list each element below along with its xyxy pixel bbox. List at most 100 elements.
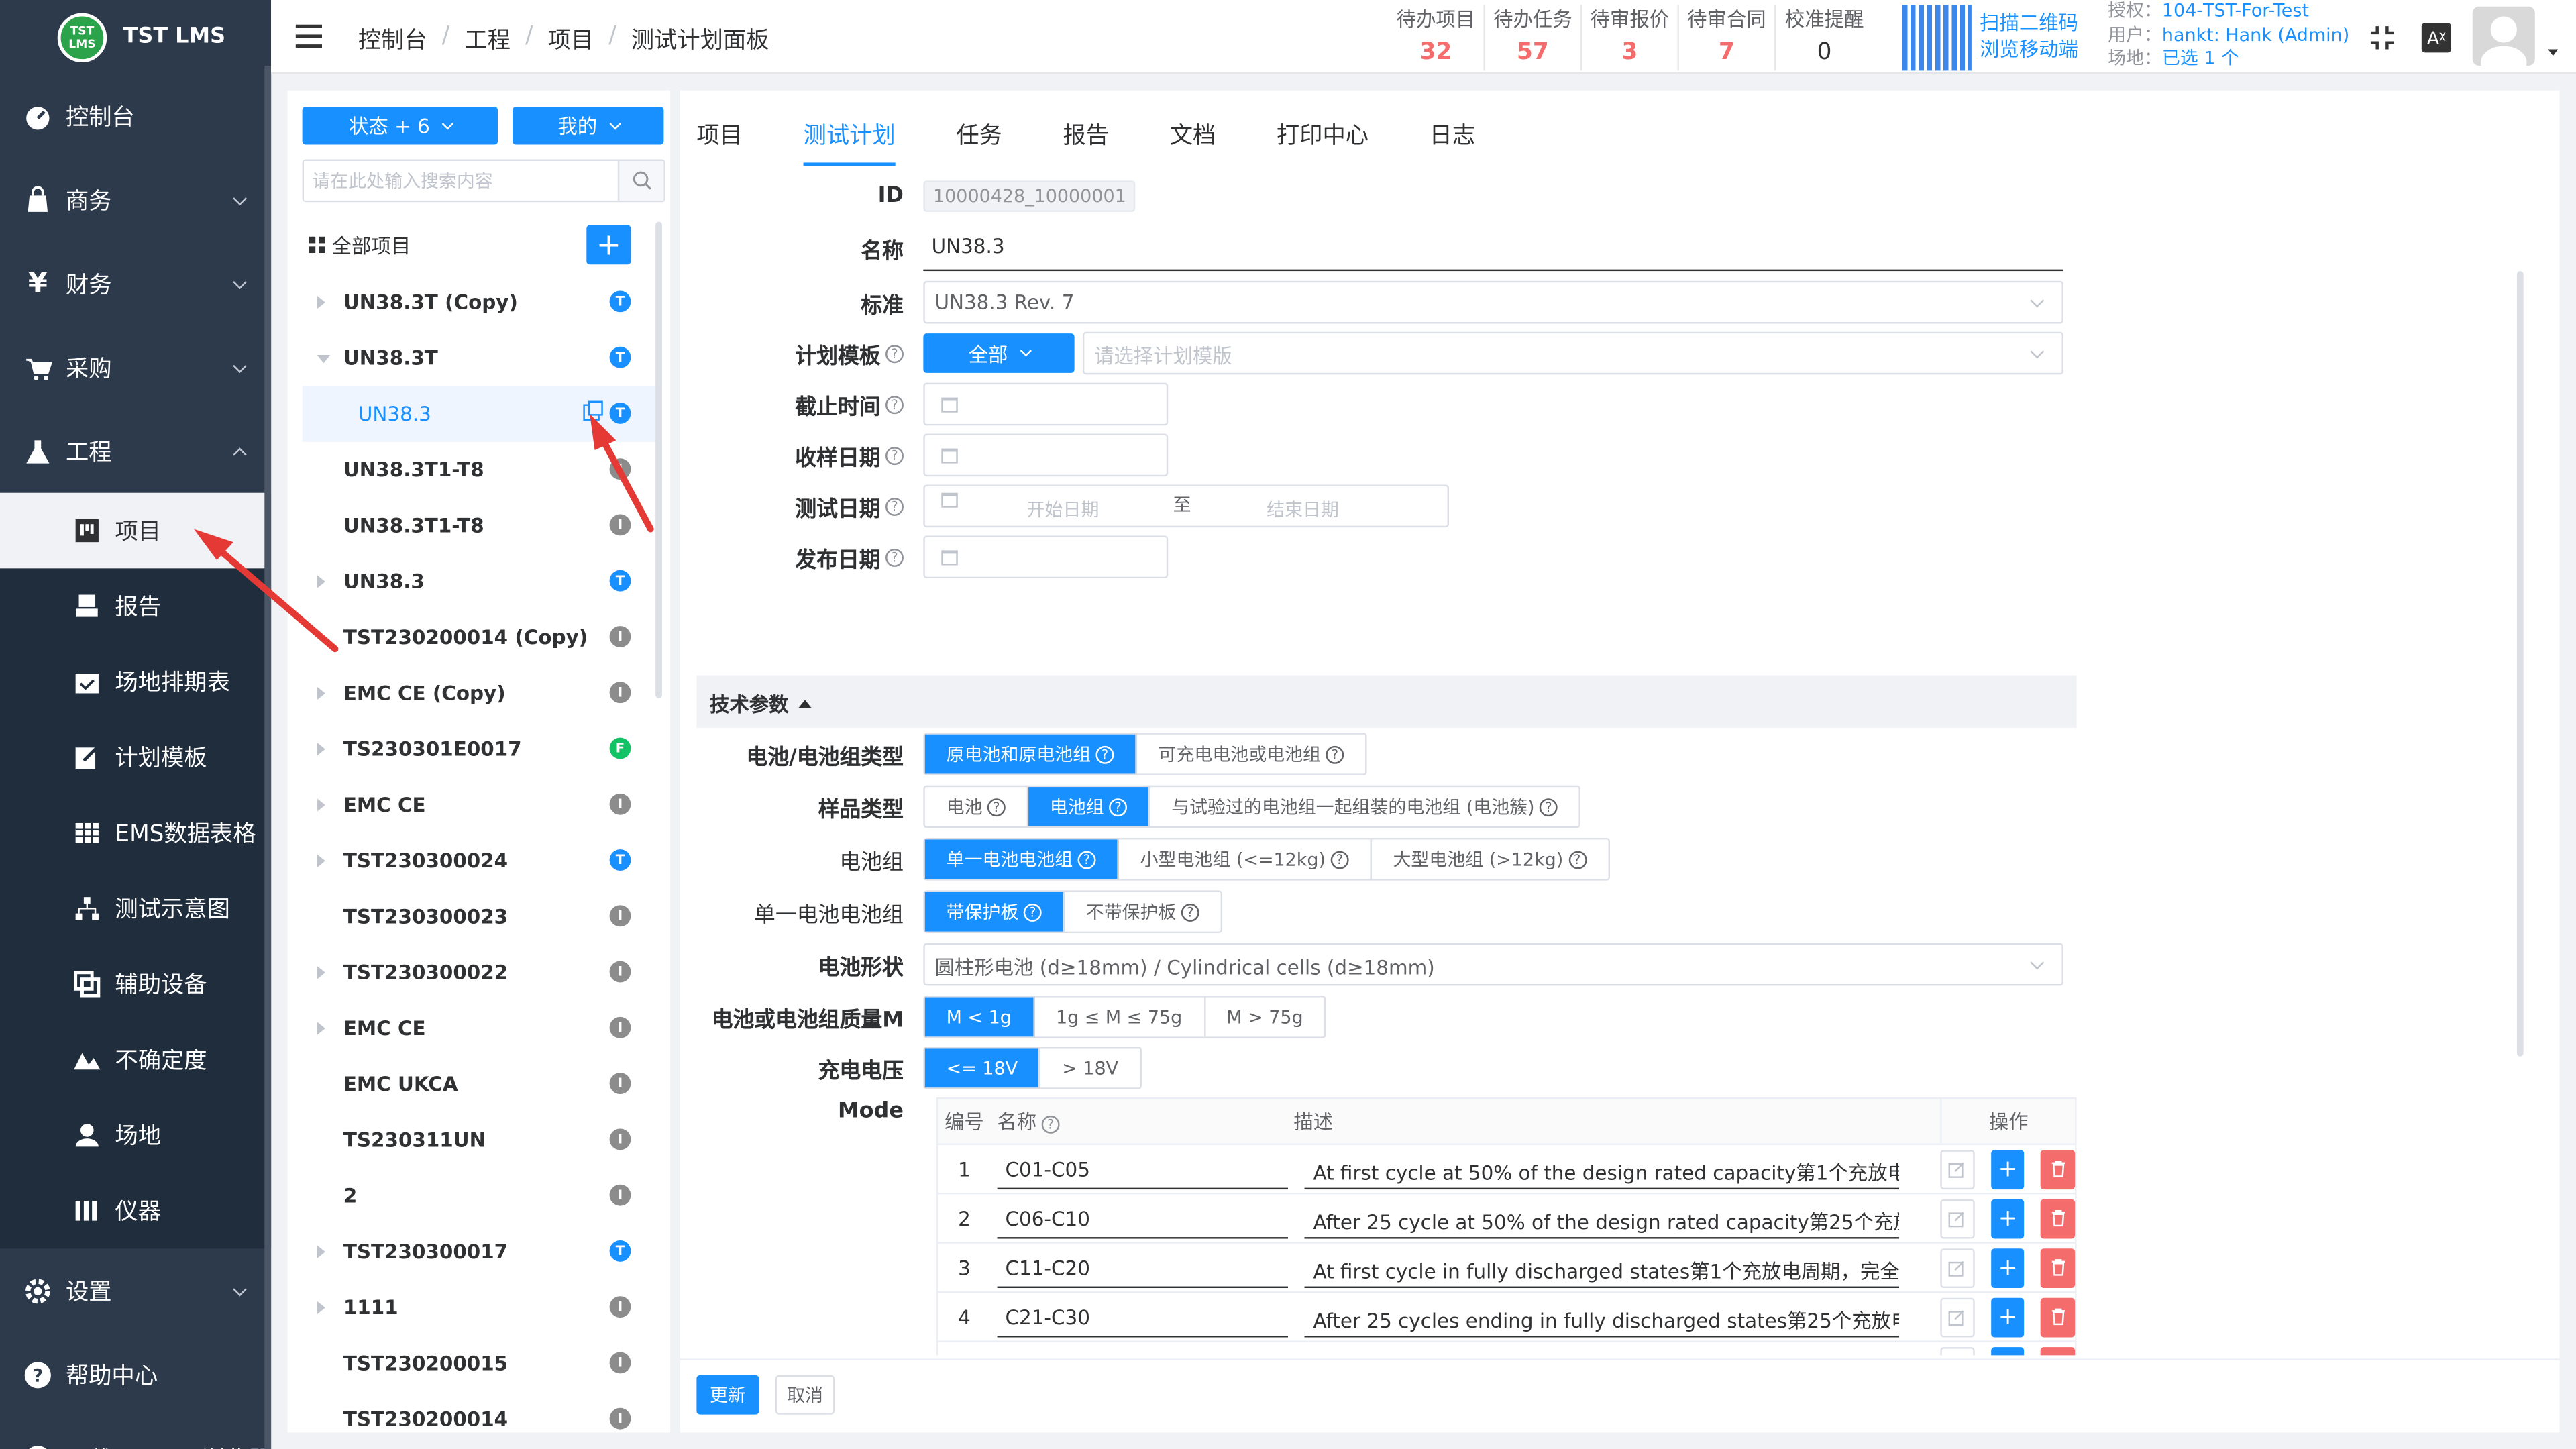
delete-icon[interactable] [2041,1149,2076,1189]
tab-tasks[interactable]: 任务 [956,91,1002,166]
caret-down-icon[interactable] [317,354,333,362]
auth-site[interactable]: 已选 1 个 [2162,48,2239,69]
sidebar-item-settings[interactable]: 设置 [0,1248,271,1332]
tab-project[interactable]: 项目 [696,91,743,166]
avatar[interactable] [2472,6,2535,66]
language-icon[interactable]: Aᵡ [2421,23,2451,53]
mode-desc-input[interactable]: After 25 cycle at 50% of the design rate… [1305,1199,1900,1238]
radio-option[interactable]: <= 18V [924,1048,1041,1088]
radio-option[interactable]: 小型电池组 (<=12kg)? [1119,839,1372,879]
add-row-button[interactable]: + [1990,1149,2025,1189]
help-icon[interactable]: ? [1041,1115,1060,1134]
deadline-date-picker[interactable] [923,382,1169,426]
stat-pending-tasks[interactable]: 待办任务 57 [1485,5,1582,71]
all-projects-node[interactable]: 全部项目 [309,231,411,260]
edit-icon[interactable] [1940,1346,1975,1356]
tree-node[interactable]: EMC CE I [303,1000,656,1056]
caret-right-icon[interactable] [317,1022,333,1035]
mode-desc-input[interactable]: After 25 cycles ending in fully discharg… [1305,1297,1900,1337]
tree-node[interactable]: UN38.3T T [303,330,656,386]
tree-node[interactable]: UN38.3T1-T8 I [303,442,656,498]
help-icon[interactable]: ? [885,547,904,566]
mode-desc-input[interactable]: At first cycle in fully discharged state… [1305,1248,1900,1287]
sidebar-item-dashboard[interactable]: 控制台 [0,74,271,158]
tech-params-section[interactable]: 技术参数 [696,675,2077,728]
fullscreen-exit-icon[interactable] [2367,23,2397,52]
caret-right-icon[interactable] [317,798,333,812]
stat-calibration[interactable]: 校准提醒 0 [1776,5,1872,70]
tree-node[interactable]: TST230200014 I [303,1391,656,1447]
tree-node[interactable]: UN38.3T1-T8 I [303,498,656,553]
tree-node[interactable]: 2I [303,1168,656,1224]
stat-pending-quotes[interactable]: 待审报价 3 [1582,5,1679,71]
mode-name-input[interactable]: B01-B05 [997,1346,1288,1355]
radio-option[interactable]: 电池组? [1028,787,1150,826]
tree-node[interactable]: TST230200015 I [303,1336,656,1391]
caret-right-icon[interactable] [317,1245,333,1258]
radio-option[interactable]: 不带保护板? [1065,892,1221,932]
form-scrollbar[interactable] [2516,271,2524,1057]
delete-icon[interactable] [2041,1198,2076,1238]
sidebar-item-reports[interactable]: 报告 [0,568,271,644]
search-icon[interactable] [617,161,664,201]
radio-option[interactable]: 原电池和原电池组? [924,734,1137,774]
radio-option[interactable]: 带保护板? [924,892,1065,932]
delete-icon[interactable] [2041,1248,2076,1287]
standard-select[interactable]: UN38.3 Rev. 7 [923,280,2063,324]
caret-right-icon[interactable] [317,575,333,588]
tree-node[interactable]: TST230300022 I [303,945,656,1000]
tab-documents[interactable]: 文档 [1170,91,1216,166]
menu-toggle-icon[interactable] [295,24,323,48]
tree-node[interactable]: EMC CE (Copy) I [303,665,656,721]
tree-node[interactable]: UN38.3T (Copy) T [303,274,656,330]
sidebar-item-purchase[interactable]: 采购 [0,325,271,409]
delete-icon[interactable] [2041,1297,2076,1337]
edit-icon[interactable] [1940,1198,1975,1238]
qr-code-icon[interactable] [1902,5,1972,71]
tree-node[interactable]: EMC UKCA I [303,1057,656,1112]
sidebar-item-engineering[interactable]: 工程 [0,409,271,493]
caret-right-icon[interactable] [317,966,333,979]
add-row-button[interactable]: + [1990,1198,2025,1238]
radio-option[interactable]: 大型电池组 (>12kg)? [1372,839,1608,879]
help-icon[interactable]: ? [885,496,904,515]
tab-reports[interactable]: 报告 [1063,91,1110,166]
sidebar-item-aux-device[interactable]: 辅助设备 [0,947,271,1022]
sidebar-item-chrome[interactable]: 下载Chrome浏览器 [0,1416,271,1449]
sidebar-item-ems-table[interactable]: EMS数据表格 [0,795,271,871]
tab-log[interactable]: 日志 [1430,91,1476,166]
caret-right-icon[interactable] [317,1301,333,1315]
name-input[interactable]: UN38.3 [923,225,2063,272]
caret-right-icon[interactable] [317,296,333,309]
mode-desc-input[interactable]: At first cycle at 50% of the design rate… [1305,1149,1900,1189]
tab-print-center[interactable]: 打印中心 [1277,91,1368,166]
radio-option[interactable]: 1g ≤ M ≤ 75g [1034,997,1205,1037]
tree-node[interactable]: TST230300024 T [303,833,656,889]
add-row-button[interactable]: + [1990,1297,2025,1337]
stat-pending-projects[interactable]: 待办项目 32 [1388,5,1485,71]
help-icon[interactable]: ? [885,344,904,363]
search-input[interactable] [304,161,616,201]
mode-name-input[interactable]: C06-C10 [997,1199,1289,1238]
tree-node[interactable]: 1111 I [303,1280,656,1336]
publish-date-picker[interactable] [923,535,1169,579]
sidebar-item-site[interactable]: 场地 [0,1097,271,1173]
tree-node[interactable]: TST230300017 T [303,1224,656,1280]
tree-node[interactable]: TS230301E0017 F [303,721,656,777]
caret-right-icon[interactable] [317,854,333,867]
update-button[interactable]: 更新 [696,1375,759,1415]
receive-date-picker[interactable] [923,433,1169,477]
sidebar-item-schedule[interactable]: 场地排期表 [0,644,271,720]
radio-option[interactable]: 电池? [925,787,1029,826]
sidebar-item-business[interactable]: 商务 [0,158,271,241]
mode-name-input[interactable]: C11-C20 [997,1248,1289,1287]
add-project-button[interactable]: + [586,225,631,265]
radio-option[interactable]: M > 75g [1205,998,1324,1037]
radio-option[interactable]: 可充电电池或电池组? [1137,735,1365,774]
mode-name-input[interactable]: C21-C30 [997,1297,1289,1337]
copy-icon[interactable] [583,400,603,421]
tab-test-plan[interactable]: 测试计划 [803,91,896,166]
radio-option[interactable]: > 18V [1040,1048,1140,1087]
edit-icon[interactable] [1940,1149,1975,1189]
sidebar-item-uncertainty[interactable]: 不确定度 [0,1022,271,1097]
